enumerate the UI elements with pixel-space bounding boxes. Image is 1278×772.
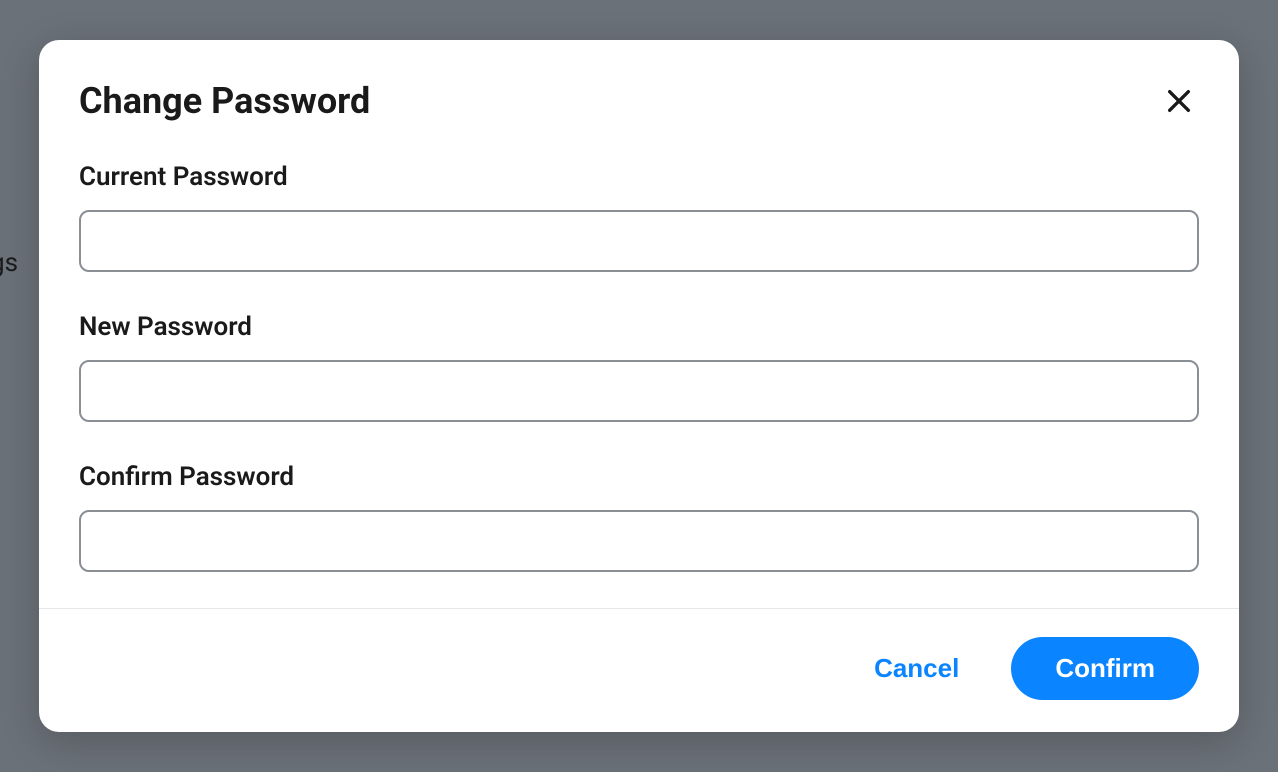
new-password-input[interactable]	[79, 360, 1199, 422]
modal-body: Current Password New Password Confirm Pa…	[39, 122, 1239, 608]
confirm-password-label: Confirm Password	[79, 462, 1199, 492]
change-password-modal: Change Password Current Password New Pas…	[39, 40, 1239, 732]
modal-header: Change Password	[39, 40, 1239, 122]
new-password-label: New Password	[79, 312, 1199, 342]
current-password-label: Current Password	[79, 162, 1199, 192]
cancel-button[interactable]: Cancel	[870, 645, 963, 692]
current-password-group: Current Password	[79, 162, 1199, 272]
close-button[interactable]	[1159, 81, 1199, 121]
current-password-input[interactable]	[79, 210, 1199, 272]
close-icon	[1163, 85, 1195, 117]
modal-footer: Cancel Confirm	[39, 608, 1239, 732]
confirm-password-group: Confirm Password	[79, 462, 1199, 572]
confirm-button[interactable]: Confirm	[1011, 637, 1199, 700]
modal-title: Change Password	[79, 80, 370, 122]
modal-overlay: Change Password Current Password New Pas…	[0, 0, 1278, 772]
confirm-password-input[interactable]	[79, 510, 1199, 572]
new-password-group: New Password	[79, 312, 1199, 422]
